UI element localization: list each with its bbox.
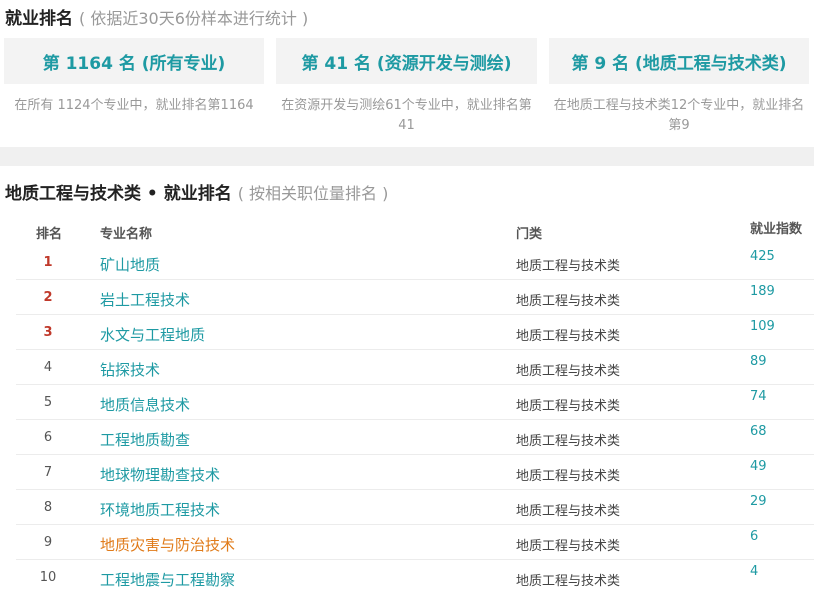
row-major-link[interactable]: 矿山地质 xyxy=(100,254,160,275)
table-row: 1 矿山地质 地质工程与技术类 425 xyxy=(0,245,814,280)
table-row: 9 地质灾害与防治技术 地质工程与技术类 6 xyxy=(0,525,814,560)
row-category: 地质工程与技术类 xyxy=(516,329,621,344)
ranking-table: 1 矿山地质 地质工程与技术类 425 2 岩土工程技术 地质工程与技术类 189 3 水文与工程… xyxy=(0,245,814,595)
rank-card-all-majors: 第 1164 名 (所有专业) xyxy=(4,38,264,84)
employment-ranking-heading: 就业排名 xyxy=(5,9,73,29)
table-row: 3 水文与工程地质 地质工程与技术类 109 xyxy=(0,315,814,350)
row-employment-index: 74 xyxy=(750,389,767,404)
row-major-link[interactable]: 工程地震与工程勘察 xyxy=(100,569,235,590)
row-employment-index: 6 xyxy=(750,529,759,544)
row-rank: 10 xyxy=(39,570,57,585)
table-row: 7 地球物理勘查技术 地质工程与技术类 49 xyxy=(0,455,814,490)
employment-ranking-subtitle: ( 依据近30天6份样本进行统计 ) xyxy=(79,9,309,28)
row-rank: 1 xyxy=(43,255,53,270)
category-ranking-heading: 地质工程与技术类 • 就业排名 xyxy=(5,184,232,204)
row-employment-index: 89 xyxy=(750,354,767,369)
row-employment-index: 425 xyxy=(750,249,775,264)
employment-ranking-title: 就业排名 ( 依据近30天6份样本进行统计 ) xyxy=(5,4,308,29)
row-employment-index: 29 xyxy=(750,494,767,509)
header-rank: 排名 xyxy=(36,227,63,242)
section-divider xyxy=(0,147,814,166)
row-rank: 2 xyxy=(43,290,53,305)
row-major-link[interactable]: 环境地质工程技术 xyxy=(100,499,220,520)
row-major-link[interactable]: 钻探技术 xyxy=(100,359,160,380)
row-major-link[interactable]: 工程地质勘查 xyxy=(100,429,190,450)
row-category: 地质工程与技术类 xyxy=(516,469,621,484)
row-category: 地质工程与技术类 xyxy=(516,504,621,519)
row-rank: 6 xyxy=(43,430,53,445)
row-category: 地质工程与技术类 xyxy=(516,259,621,274)
row-rank: 7 xyxy=(43,465,53,480)
row-rank: 9 xyxy=(43,535,53,550)
category-ranking-title: 地质工程与技术类 • 就业排名 ( 按相关职位量排名 ) xyxy=(5,179,388,204)
row-employment-index: 49 xyxy=(750,459,767,474)
row-major-link[interactable]: 地质灾害与防治技术 xyxy=(100,534,235,555)
row-category: 地质工程与技术类 xyxy=(516,434,621,449)
category-ranking-subtitle: ( 按相关职位量排名 ) xyxy=(237,184,389,203)
table-row: 4 钻探技术 地质工程与技术类 89 xyxy=(0,350,814,385)
row-employment-index: 189 xyxy=(750,284,775,299)
rank-card-geology-engineering: 第 9 名 (地质工程与技术类) xyxy=(549,38,809,84)
row-category: 地质工程与技术类 xyxy=(516,399,621,414)
table-row: 8 环境地质工程技术 地质工程与技术类 29 xyxy=(0,490,814,525)
row-category: 地质工程与技术类 xyxy=(516,539,621,554)
row-major-link[interactable]: 水文与工程地质 xyxy=(100,324,205,345)
row-category: 地质工程与技术类 xyxy=(516,294,621,309)
header-employment-index: 就业指数 xyxy=(750,222,803,237)
row-category: 地质工程与技术类 xyxy=(516,364,621,379)
rank-desc-all-majors: 在所有 1124个专业中，就业排名第1164 xyxy=(14,98,254,113)
table-header: 排名 专业名称 门类 就业指数 xyxy=(0,218,814,244)
row-category: 地质工程与技术类 xyxy=(516,574,621,589)
row-rank: 4 xyxy=(43,360,53,375)
row-major-link[interactable]: 地质信息技术 xyxy=(100,394,190,415)
table-row: 5 地质信息技术 地质工程与技术类 74 xyxy=(0,385,814,420)
rank-desc-resource-survey: 在资源开发与测绘61个专业中，就业排名第41 xyxy=(281,98,532,133)
header-major-name: 专业名称 xyxy=(100,227,153,242)
rank-card-resource-survey: 第 41 名 (资源开发与测绘) xyxy=(276,38,537,84)
row-rank: 8 xyxy=(43,500,53,515)
row-major-link[interactable]: 地球物理勘查技术 xyxy=(100,464,220,485)
row-major-link[interactable]: 岩土工程技术 xyxy=(100,289,190,310)
table-row: 6 工程地质勘查 地质工程与技术类 68 xyxy=(0,420,814,455)
row-employment-index: 4 xyxy=(750,564,759,579)
table-row: 2 岩土工程技术 地质工程与技术类 189 xyxy=(0,280,814,315)
rank-desc-geology-engineering: 在地质工程与技术类12个专业中，就业排名第9 xyxy=(553,98,805,133)
row-employment-index: 68 xyxy=(750,424,767,439)
row-rank: 5 xyxy=(43,395,53,410)
row-rank: 3 xyxy=(43,325,53,340)
row-employment-index: 109 xyxy=(750,319,775,334)
header-category: 门类 xyxy=(516,227,543,242)
table-row: 10 工程地震与工程勘察 地质工程与技术类 4 xyxy=(0,560,814,595)
